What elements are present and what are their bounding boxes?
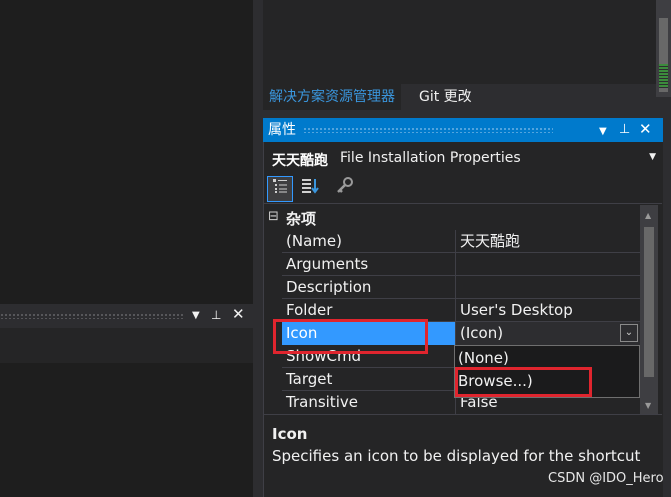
category-label: 杂项	[286, 210, 317, 228]
dropdown-option-browse[interactable]: Browse...)	[458, 370, 533, 392]
description-title: Icon	[272, 425, 308, 443]
property-row-description[interactable]: Description	[264, 276, 640, 299]
category-misc[interactable]: ⊟ 杂项	[264, 205, 640, 229]
property-row-folder[interactable]: Folder User's Desktop	[264, 299, 640, 322]
solution-explorer-scrollbar[interactable]	[656, 0, 671, 97]
scroll-up-icon[interactable]: ▲	[645, 211, 651, 220]
panel-grip[interactable]	[0, 313, 185, 319]
property-value[interactable]: User's Desktop	[455, 299, 640, 322]
object-type: File Installation Properties	[340, 150, 521, 166]
scrollbar-thumb[interactable]	[644, 227, 654, 377]
property-value[interactable]: 天天酷跑	[455, 230, 640, 253]
tool-window-tabs: 解决方案资源管理器 Git 更改	[263, 84, 656, 110]
scroll-down-icon[interactable]: ▼	[645, 401, 651, 410]
collapse-icon[interactable]: ⊟	[268, 209, 279, 224]
property-name: Description	[286, 278, 372, 296]
pin-icon[interactable]: ⊥	[211, 308, 221, 322]
watermark: CSDN @IDO_Hero	[548, 471, 664, 486]
property-name: Transitive	[286, 393, 358, 411]
icon-dropdown-list: (None) Browse...)	[454, 345, 640, 398]
alphabetical-icon[interactable]	[297, 176, 323, 202]
object-name: 天天酷跑	[272, 153, 328, 169]
editor-area	[0, 0, 253, 304]
property-row-name[interactable]: (Name) 天天酷跑	[264, 230, 640, 253]
property-name: ShowCmd	[286, 347, 362, 365]
dropdown-button[interactable]: ⌄	[620, 324, 638, 342]
pin-icon[interactable]: ⊥	[619, 122, 630, 138]
window-title: 属性	[268, 122, 296, 138]
object-selector[interactable]: 天天酷跑 File Installation Properties ▼	[264, 146, 662, 172]
close-icon[interactable]: ✕	[232, 307, 245, 322]
solution-explorer-panel	[263, 0, 666, 84]
output-panel-header: ▼ ⊥ ✕	[0, 304, 253, 328]
tab-solution-explorer[interactable]: 解决方案资源管理器	[263, 84, 401, 110]
property-grid-scrollbar[interactable]: ▲ ▼	[640, 205, 658, 414]
property-name: Folder	[286, 301, 333, 319]
chevron-down-icon[interactable]: ▼	[649, 152, 656, 162]
property-value[interactable]	[455, 253, 640, 276]
splitter[interactable]	[253, 0, 263, 497]
property-pages-icon[interactable]	[332, 176, 358, 202]
description-text: Specifies an icon to be displayed for th…	[272, 447, 641, 465]
property-name: Arguments	[286, 255, 369, 273]
property-value[interactable]	[455, 276, 640, 299]
title-grip[interactable]	[303, 127, 553, 133]
properties-toolbar	[264, 174, 662, 204]
property-name: Icon	[282, 322, 455, 345]
close-icon[interactable]: ✕	[639, 121, 652, 137]
property-value-text: (Icon)	[460, 324, 504, 342]
property-name: Target	[286, 370, 333, 388]
categorized-icon[interactable]	[267, 176, 293, 202]
scroll-marker	[659, 64, 668, 88]
property-row-arguments[interactable]: Arguments	[264, 253, 640, 276]
property-row-icon[interactable]: Icon (Icon) ⌄	[264, 322, 640, 345]
output-panel-toolbar	[0, 328, 253, 363]
chevron-down-icon[interactable]: ▼	[192, 309, 200, 323]
dropdown-option-none[interactable]: (None)	[458, 347, 509, 369]
property-value[interactable]: (Icon) ⌄	[455, 322, 640, 345]
chevron-down-icon[interactable]: ▼	[599, 124, 607, 140]
property-name: (Name)	[286, 232, 342, 250]
properties-title-bar[interactable]: 属性 ▼ ⊥ ✕	[263, 118, 663, 142]
output-panel-content	[0, 363, 253, 497]
tab-git-changes[interactable]: Git 更改	[413, 84, 478, 110]
